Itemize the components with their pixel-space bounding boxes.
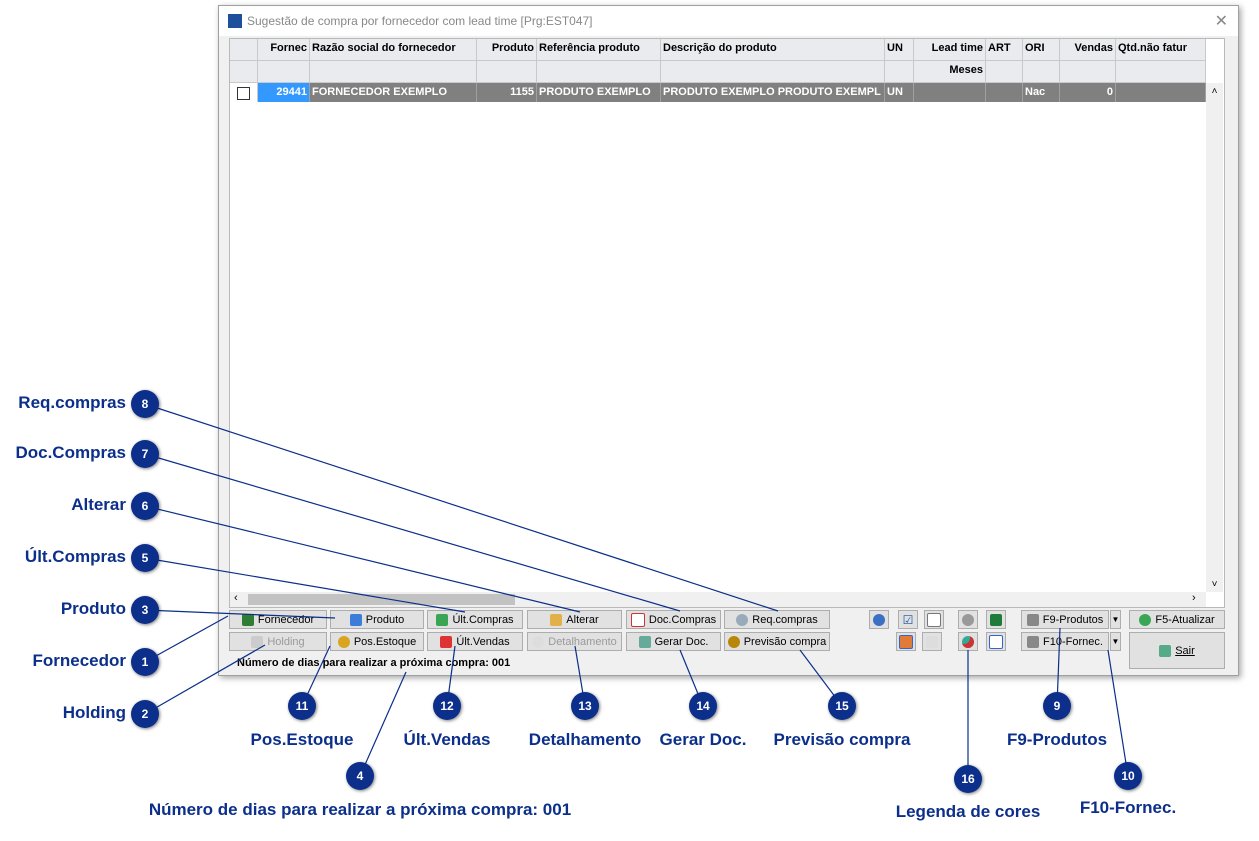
callout-label: Gerar Doc. (659, 730, 747, 749)
callout-label: Últ.Vendas (403, 730, 491, 749)
callout-label: F9-Produtos (1006, 730, 1108, 749)
callout-number: 7 (131, 440, 159, 468)
callout-label: Previsão compra (773, 730, 911, 749)
callout-number: 9 (1043, 692, 1071, 720)
callout-number: 3 (131, 596, 159, 624)
callout-label: Alterar (71, 495, 126, 514)
callout-lines (144, 403, 1129, 779)
callout-line (144, 403, 779, 612)
callout-label: Número de dias para realizar a próxima c… (148, 800, 572, 819)
callout-number: 5 (131, 544, 159, 572)
callout-label: Detalhamento (528, 730, 642, 749)
callout-label: Holding (62, 703, 126, 722)
callout-number: 12 (433, 692, 461, 720)
callout-number: 10 (1114, 762, 1142, 790)
callout-line (359, 671, 407, 777)
callout-line (144, 609, 336, 619)
callout-number: 2 (131, 700, 159, 728)
callout-number: 14 (689, 692, 717, 720)
callout-line (1107, 649, 1129, 777)
callout-label: Pos.Estoque (250, 730, 354, 749)
callout-label: Últ.Compras (24, 547, 126, 566)
callout-number: 11 (288, 692, 316, 720)
callout-label: F10-Fornec. (1079, 798, 1177, 817)
callout-label: Fornecedor (32, 651, 126, 670)
callout-number: 8 (131, 390, 159, 418)
callout-label: Legenda de cores (895, 802, 1041, 821)
callout-line (144, 505, 581, 613)
callout-line (144, 557, 466, 613)
callout-number: 13 (571, 692, 599, 720)
callout-number: 1 (131, 648, 159, 676)
callout-line (144, 453, 681, 612)
callout-label: Req.compras (18, 393, 126, 412)
callout-label: Doc.Compras (15, 443, 126, 462)
callout-number: 6 (131, 492, 159, 520)
callout-number: 4 (346, 762, 374, 790)
callout-number: 16 (954, 765, 982, 793)
callout-label: Produto (60, 599, 126, 618)
callout-line (144, 644, 266, 715)
callout-number: 15 (828, 692, 856, 720)
